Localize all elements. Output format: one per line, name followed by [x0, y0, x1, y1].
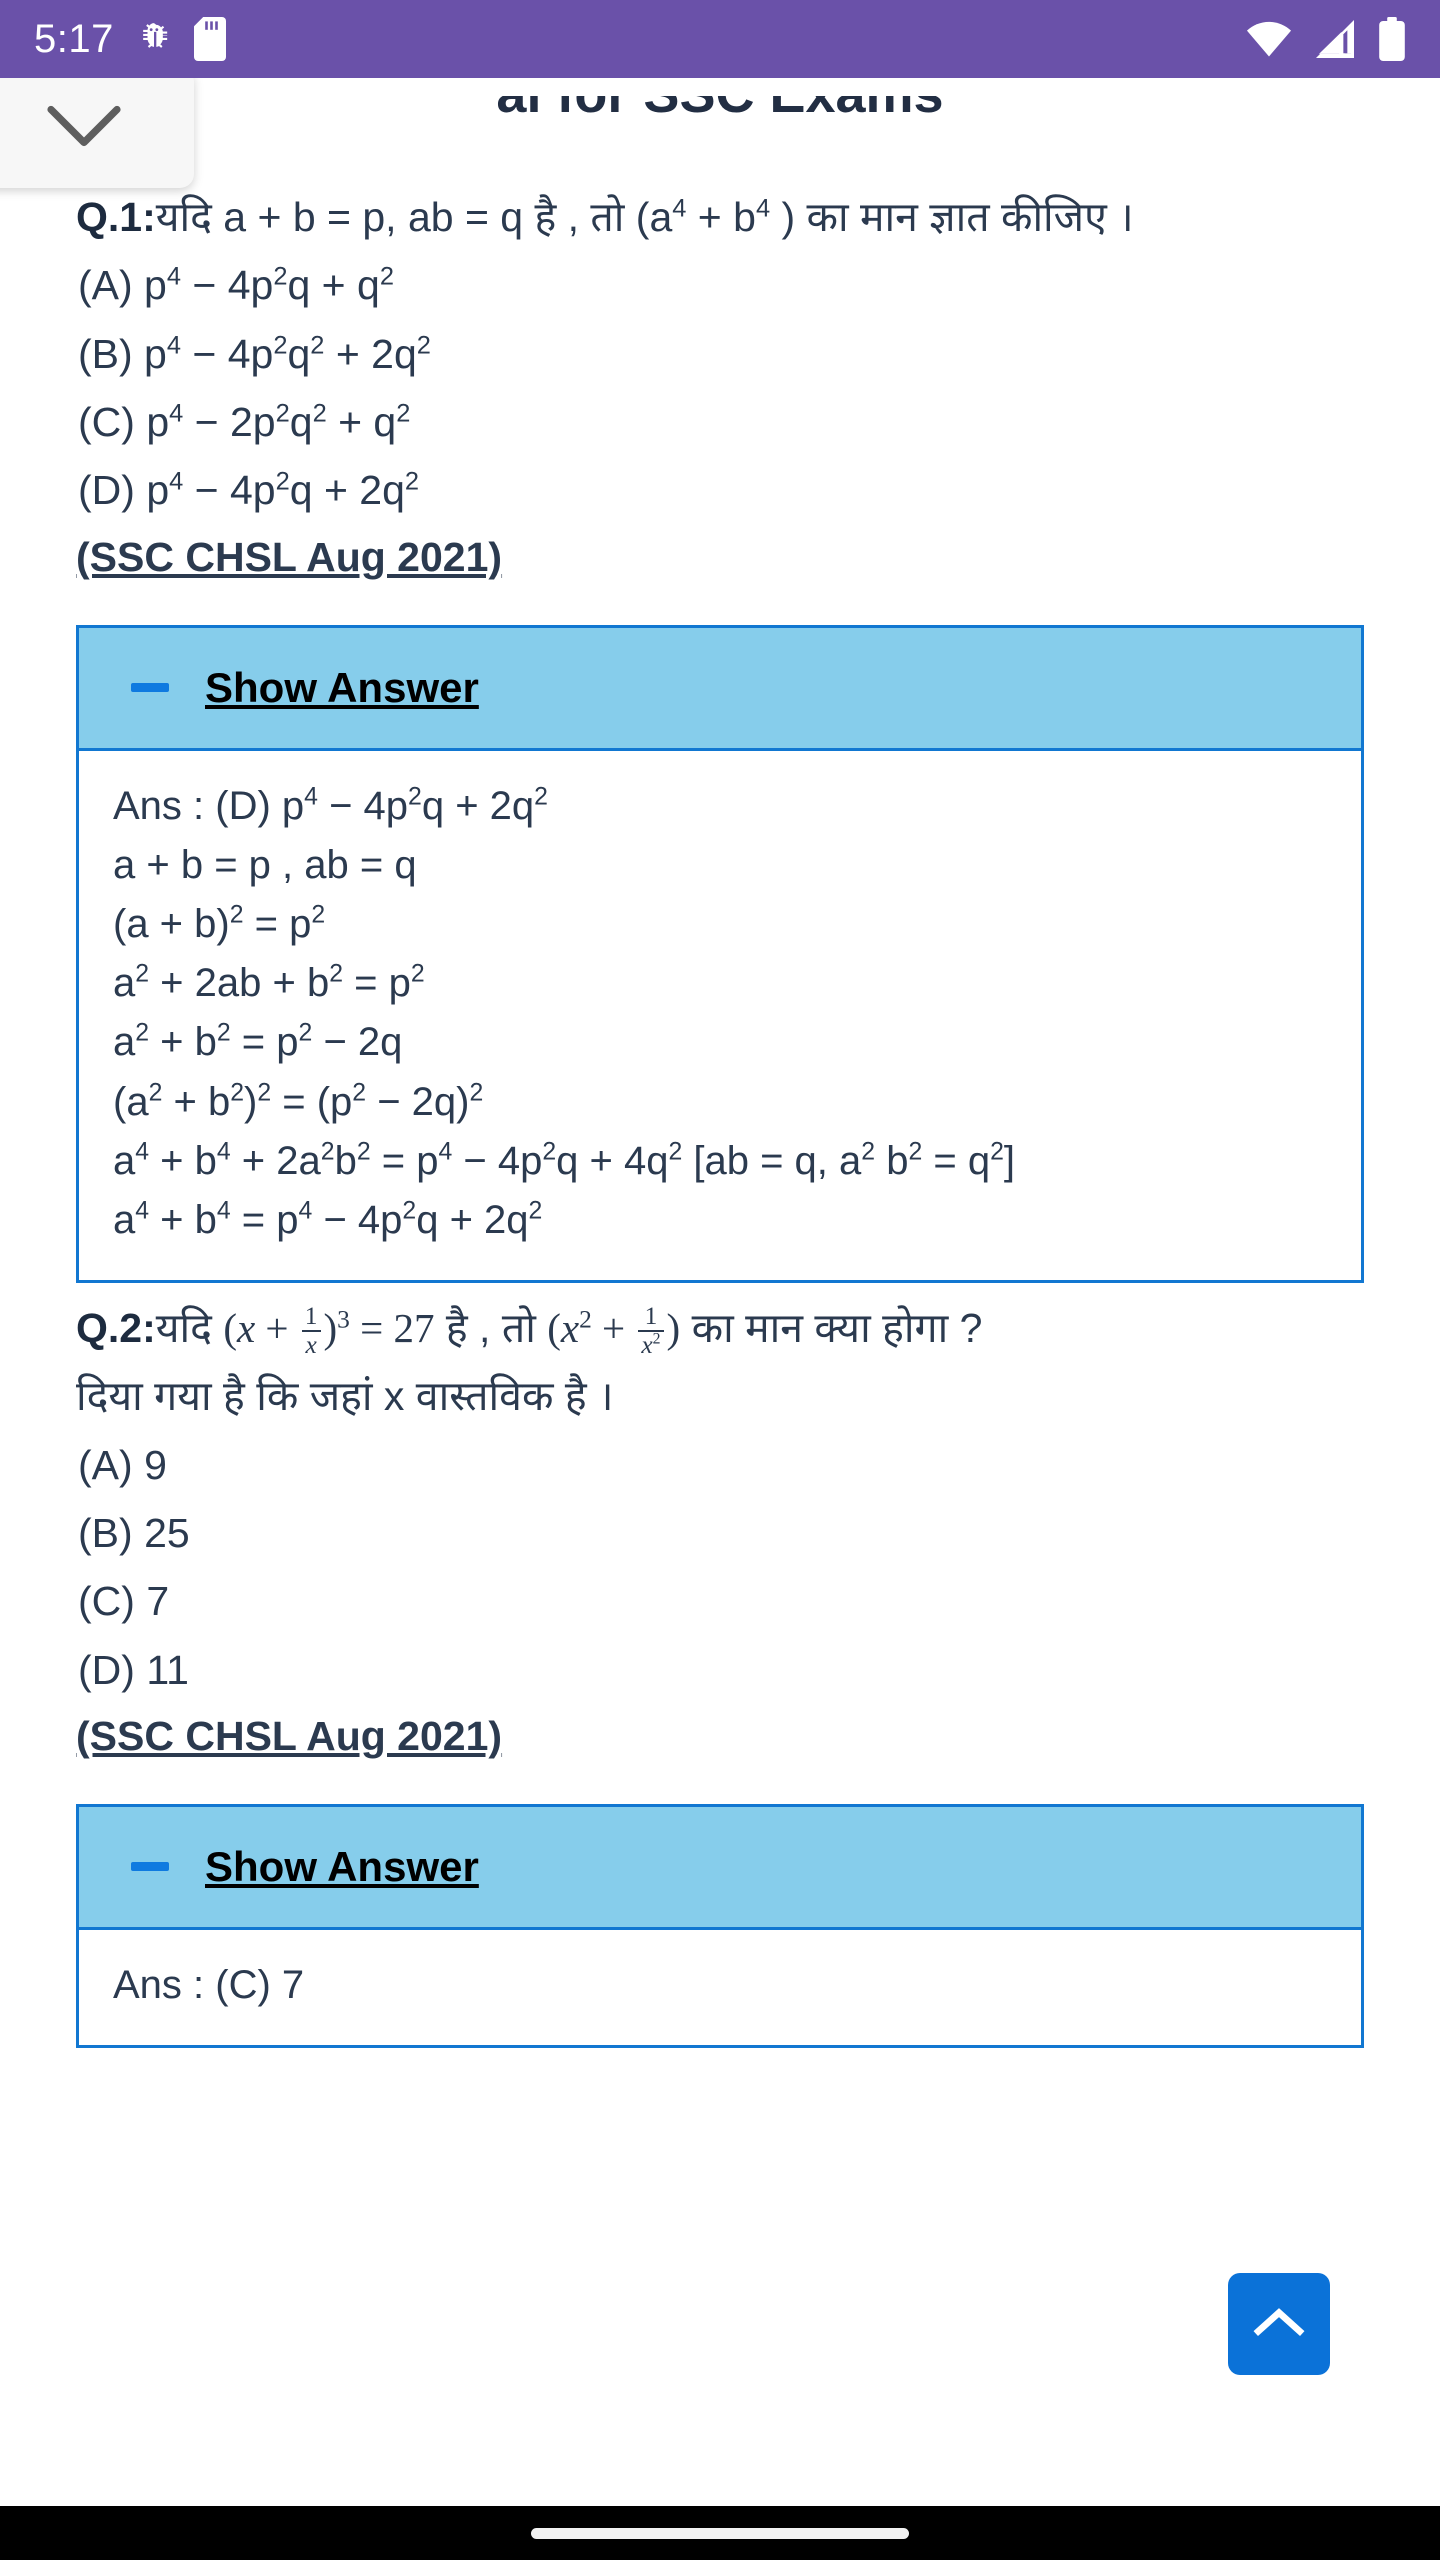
- question-1-text-b: + b: [686, 194, 756, 240]
- answer-prefix: Ans : (D): [113, 783, 282, 828]
- option-value: 11: [146, 1646, 189, 1693]
- question-1-sup-2: 4: [755, 194, 771, 223]
- question-2-option-c[interactable]: (C) 7: [76, 1570, 1364, 1632]
- question-2-text-a: यदि: [155, 1305, 224, 1352]
- question-2-math-2: (x2 + 1 x2): [547, 1302, 681, 1359]
- android-navigation-bar: [0, 2506, 1440, 2560]
- collapse-toggle-card[interactable]: [0, 78, 194, 188]
- answer-accordion-1: Show Answer Ans : (D) p4 − 4p2q + 2q2 a …: [76, 624, 1364, 1284]
- status-bar-left: 5:17: [34, 17, 226, 62]
- wifi-icon: [1246, 20, 1292, 58]
- question-2-option-d[interactable]: (D) 11: [76, 1639, 1364, 1701]
- option-label: (A): [78, 1441, 133, 1488]
- option-label: (D): [78, 467, 135, 514]
- question-1-option-a[interactable]: (A) p4 − 4p2q + q2: [76, 254, 1364, 316]
- option-sup: 4: [166, 262, 181, 291]
- web-page-content: al for SSC Exams Q.1:यदि a + b = p, ab =…: [0, 78, 1440, 2506]
- question-1-source[interactable]: (SSC CHSL Aug 2021): [76, 534, 502, 581]
- status-bar-right: [1246, 17, 1406, 61]
- solution-line: a4 + b4 + 2a2b2 = p4 − 4p2q + 4q2 [ab = …: [113, 1138, 1015, 1183]
- question-2-text-b: है , तो: [434, 1305, 548, 1352]
- show-answer-label: Show Answer: [205, 1842, 479, 1890]
- question-2-source[interactable]: (SSC CHSL Aug 2021): [76, 1713, 502, 1760]
- minus-icon: [131, 683, 169, 693]
- question-1-option-c[interactable]: (C) p4 − 2p2q2 + q2: [76, 391, 1364, 453]
- option-value: 25: [144, 1510, 190, 1556]
- option-value: 7: [146, 1578, 170, 1625]
- option-label: (D): [78, 1646, 135, 1693]
- show-answer-label: Show Answer: [205, 663, 479, 711]
- solution-line: a2 + 2ab + b2 = p2: [113, 960, 425, 1006]
- question-2-prompt-line-2: दिया गया है कि जहां x वास्तविक है ।: [76, 1373, 614, 1420]
- option-label: (B): [78, 330, 133, 377]
- show-answer-toggle-2[interactable]: Show Answer: [76, 1803, 1364, 1930]
- question-2-prompt-line-1: Q.2:यदि (x + 1 x)3 = 27 है , तो (x2 + 1 x2…: [76, 1297, 1364, 1359]
- solution-line: a4 + b4 = p4 − 4p2q + 2q2: [113, 1197, 543, 1242]
- solution-line: a2 + b2 = p2 − 2q: [113, 1019, 403, 1065]
- solution-line: Ans : (C) 7: [113, 1962, 305, 2007]
- status-clock: 5:17: [34, 16, 114, 61]
- chevron-up-icon: [1252, 2305, 1306, 2344]
- solution-line: Ans : (D) p4 − 4p2q + 2q2: [113, 783, 548, 828]
- question-2-text-c: का मान क्या होगा ?: [680, 1305, 983, 1352]
- option-label: (C): [78, 398, 135, 445]
- question-1-prompt: Q.1:यदि a + b = p, ab = q है , तो (a4 + …: [76, 186, 1364, 248]
- chevron-down-icon: [45, 103, 123, 154]
- question-2-math-1: (x + 1 x)3 = 27: [223, 1302, 435, 1359]
- bug-icon: [134, 19, 174, 59]
- option-value: 9: [144, 1441, 167, 1488]
- status-bar: 5:17: [0, 0, 1440, 78]
- question-1-option-b[interactable]: (B) p4 − 4p2q2 + 2q2: [76, 323, 1364, 385]
- home-gesture-pill[interactable]: [531, 2527, 909, 2539]
- question-1-option-d[interactable]: (D) p4 − 4p2q + 2q2: [76, 459, 1364, 521]
- question-1-sup-1: 4: [672, 194, 687, 223]
- solution-line: (a + b)2 = p2: [113, 901, 326, 946]
- question-block-2: Q.2:यदि (x + 1 x)3 = 27 है , तो (x2 + 1 x2…: [76, 1297, 1364, 2049]
- answer-accordion-2: Show Answer Ans : (C) 7: [76, 1803, 1364, 2049]
- option-label: (B): [78, 1510, 133, 1556]
- answer-body-1: Ans : (D) p4 − 4p2q + 2q2 a + b = p , ab…: [76, 750, 1364, 1284]
- option-label: (C): [78, 1578, 135, 1625]
- title-clip-mask: [0, 78, 1440, 96]
- question-2-option-a[interactable]: (A) 9: [76, 1434, 1364, 1496]
- solution-line: a + b = p , ab = q: [113, 842, 417, 887]
- question-2-option-b[interactable]: (B) 25: [76, 1502, 1364, 1564]
- sd-card-icon: [193, 17, 226, 61]
- answer-body-2: Ans : (C) 7: [76, 1929, 1364, 2049]
- questions-container: Q.1:यदि a + b = p, ab = q है , तो (a4 + …: [0, 186, 1440, 2058]
- question-block-1: Q.1:यदि a + b = p, ab = q है , तो (a4 + …: [76, 186, 1364, 1284]
- battery-icon: [1378, 17, 1406, 61]
- solution-line: (a2 + b2)2 = (p2 − 2q)2: [113, 1079, 484, 1124]
- minus-icon: [131, 1862, 169, 1872]
- cellular-signal-icon: [1314, 20, 1356, 58]
- question-1-number: Q.1:: [76, 194, 156, 240]
- option-label: (A): [78, 262, 133, 309]
- question-1-text-c: ) का मान ज्ञात कीजिए ।: [770, 194, 1134, 240]
- scroll-to-top-button[interactable]: [1228, 2273, 1330, 2375]
- show-answer-toggle-1[interactable]: Show Answer: [76, 624, 1364, 751]
- question-1-text-a: यदि a + b = p, ab = q है , तो (a: [155, 194, 673, 240]
- question-2-number: Q.2:: [76, 1305, 156, 1352]
